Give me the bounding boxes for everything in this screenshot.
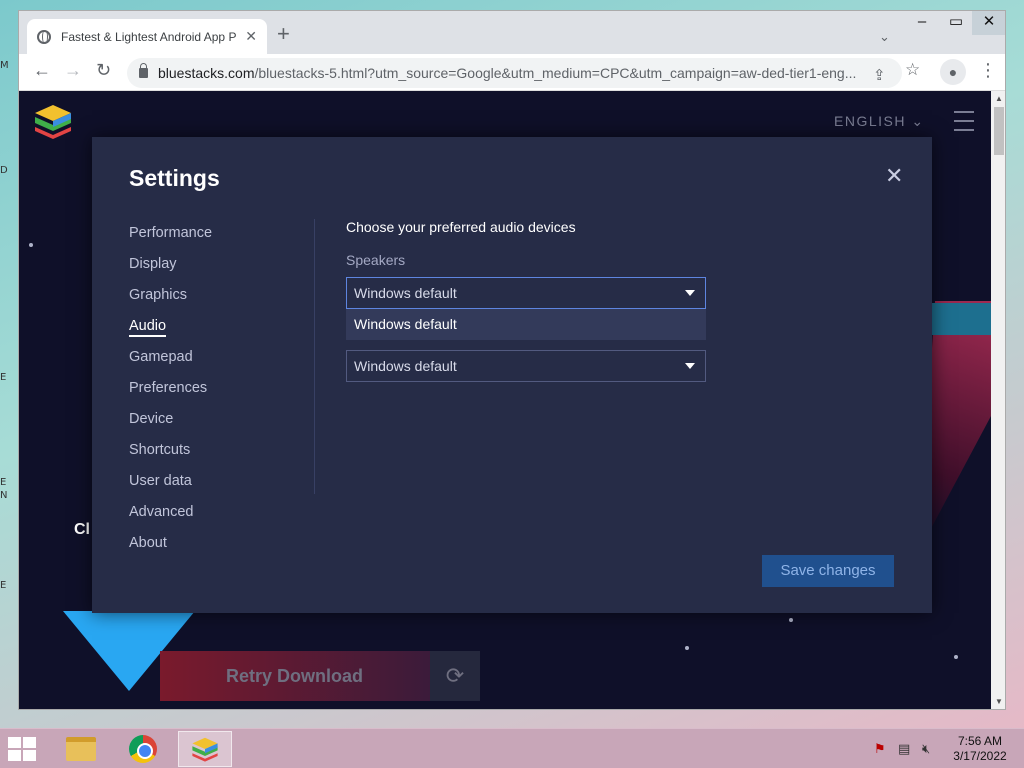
- minimize-button[interactable]: ‒: [905, 11, 939, 35]
- settings-nav: Performance Display Graphics Audio Gamep…: [129, 223, 212, 564]
- taskbar: ⚑ ▤ 🔇︎ 7:56 AM 3/17/2022: [0, 728, 1024, 768]
- volume-muted-icon[interactable]: 🔇︎: [922, 741, 930, 757]
- decorative-dot: [685, 646, 689, 650]
- system-clock[interactable]: 7:56 AM 3/17/2022: [952, 734, 1008, 764]
- dropdown-option[interactable]: Windows default: [346, 309, 706, 340]
- desktop-icon-label[interactable]: E: [0, 477, 10, 488]
- decorative-shape: [931, 303, 991, 335]
- microphone-select[interactable]: Windows default: [346, 350, 706, 382]
- nav-item-about[interactable]: About: [129, 533, 212, 564]
- decorative-dot: [789, 618, 793, 622]
- hamburger-menu-icon[interactable]: [954, 111, 974, 138]
- nav-item-label: Shortcuts: [129, 442, 191, 458]
- reload-icon[interactable]: ↻: [96, 61, 111, 79]
- nav-item-advanced[interactable]: Advanced: [129, 502, 212, 533]
- scroll-up-icon[interactable]: ▲: [995, 94, 1003, 103]
- settings-title: Settings: [129, 165, 220, 191]
- action-center-flag-icon[interactable]: ⚑: [874, 741, 886, 757]
- speakers-dropdown-list: Windows default: [346, 309, 706, 340]
- nav-item-label: Device: [129, 411, 174, 427]
- tab-search-icon[interactable]: ⌄: [879, 29, 890, 45]
- close-icon[interactable]: ✕: [245, 28, 257, 45]
- desktop-icon-label[interactable]: M: [0, 60, 10, 71]
- desktop-icon-label[interactable]: E: [0, 580, 10, 591]
- address-bar[interactable]: bluestacks.com/bluestacks-5.html?utm_sou…: [127, 58, 902, 88]
- nav-item-device[interactable]: Device: [129, 409, 212, 440]
- new-tab-button[interactable]: +: [277, 23, 290, 45]
- bookmark-star-icon[interactable]: ☆: [905, 61, 920, 78]
- nav-item-display[interactable]: Display: [129, 254, 212, 285]
- network-icon[interactable]: ▤: [898, 741, 910, 757]
- retry-download-button[interactable]: Retry Download: [160, 651, 430, 701]
- caret-down-icon: [685, 363, 695, 369]
- clock-date: 3/17/2022: [953, 749, 1007, 763]
- chrome-icon[interactable]: [116, 731, 170, 767]
- share-icon[interactable]: ⇪: [873, 66, 886, 84]
- more-menu-icon[interactable]: ⋮: [979, 61, 997, 79]
- speakers-select-value: Windows default: [354, 285, 457, 301]
- bluestacks-taskbar-icon[interactable]: [178, 731, 232, 767]
- language-selector[interactable]: ENGLISH ⌄: [834, 113, 925, 130]
- nav-item-gamepad[interactable]: Gamepad: [129, 347, 212, 378]
- profile-avatar-icon[interactable]: ●: [940, 59, 966, 85]
- back-icon[interactable]: ←: [33, 61, 51, 79]
- speakers-label: Speakers: [346, 252, 406, 268]
- desktop-icon-label[interactable]: E: [0, 372, 10, 383]
- hero-text: Cl: [74, 521, 90, 538]
- web-page: ENGLISH ⌄ Cl Retry Download ⟳ Settings ✕…: [19, 91, 991, 709]
- nav-item-label: Gamepad: [129, 349, 193, 365]
- bluestacks-logo[interactable]: [33, 101, 73, 141]
- nav-item-label: Display: [129, 256, 177, 272]
- window-close-button[interactable]: ✕: [972, 11, 1005, 35]
- language-label: ENGLISH: [834, 113, 906, 129]
- desktop-icon-label[interactable]: D: [0, 165, 10, 176]
- url-host: bluestacks.com: [158, 65, 255, 81]
- browser-toolbar: ← → ↻ bluestacks.com/bluestacks-5.html?u…: [19, 54, 1005, 91]
- forward-icon[interactable]: →: [64, 61, 82, 79]
- nav-item-label: Graphics: [129, 287, 188, 303]
- windows-start-icon[interactable]: [8, 737, 38, 761]
- section-heading: Choose your preferred audio devices: [346, 219, 576, 235]
- clock-time: 7:56 AM: [957, 734, 1003, 748]
- nav-item-label: Advanced: [129, 504, 194, 520]
- browser-tab[interactable]: Fastest & Lightest Android App P ✕: [27, 19, 267, 54]
- nav-item-label: Performance: [129, 225, 213, 241]
- refresh-icon[interactable]: ⟳: [430, 651, 480, 701]
- lock-icon[interactable]: [139, 63, 148, 78]
- nav-item-preferences[interactable]: Preferences: [129, 378, 212, 409]
- nav-item-label: Audio: [129, 318, 167, 337]
- decorative-dot: [29, 243, 33, 247]
- close-icon[interactable]: ✕: [885, 165, 903, 187]
- url-path: /bluestacks-5.html?utm_source=Google&utm…: [254, 65, 857, 81]
- nav-item-performance[interactable]: Performance: [129, 223, 212, 254]
- maximize-button[interactable]: ▭: [939, 11, 973, 35]
- desktop-icon-label[interactable]: N: [0, 490, 10, 501]
- globe-icon: [37, 29, 51, 44]
- save-changes-button[interactable]: Save changes: [762, 555, 894, 587]
- settings-dialog: Settings ✕ Performance Display Graphics …: [92, 137, 932, 613]
- speakers-select[interactable]: Windows default: [346, 277, 706, 309]
- browser-window: Fastest & Lightest Android App P ✕ + ⌄ ‒…: [18, 10, 1006, 710]
- decorative-dot: [954, 655, 958, 659]
- scroll-thumb[interactable]: [994, 107, 1004, 155]
- url-text[interactable]: bluestacks.com/bluestacks-5.html?utm_sou…: [158, 65, 858, 81]
- caret-down-icon: [685, 290, 695, 296]
- nav-item-label: User data: [129, 473, 192, 489]
- nav-item-label: Preferences: [129, 380, 208, 396]
- tab-strip: Fastest & Lightest Android App P ✕ + ⌄ ‒…: [19, 11, 1005, 54]
- nav-item-graphics[interactable]: Graphics: [129, 285, 212, 316]
- chevron-down-icon: ⌄: [911, 113, 925, 129]
- file-explorer-icon[interactable]: [54, 731, 108, 767]
- nav-item-audio[interactable]: Audio: [129, 316, 212, 347]
- page-scrollbar[interactable]: ▲ ▼: [991, 91, 1005, 709]
- nav-item-label: About: [129, 535, 167, 551]
- microphone-select-value: Windows default: [354, 358, 457, 374]
- scroll-down-icon[interactable]: ▼: [995, 697, 1003, 706]
- nav-divider: [314, 219, 315, 494]
- tab-title: Fastest & Lightest Android App P: [61, 29, 237, 44]
- nav-item-shortcuts[interactable]: Shortcuts: [129, 440, 212, 471]
- nav-item-user-data[interactable]: User data: [129, 471, 212, 502]
